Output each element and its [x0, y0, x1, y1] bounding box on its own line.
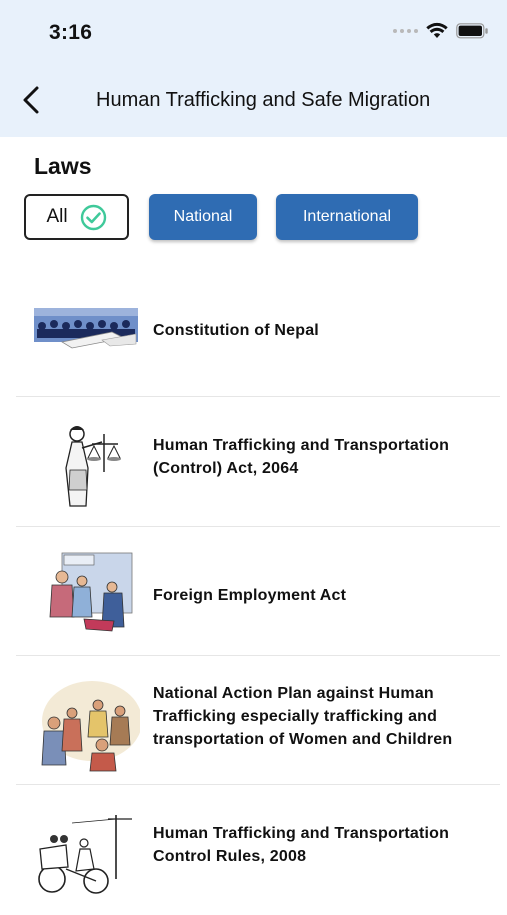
law-title: Constitution of Nepal	[153, 322, 319, 339]
filter-international-chip[interactable]: International	[276, 194, 418, 240]
law-title: Human Trafficking and Transportation (Co…	[153, 437, 450, 477]
check-circle-icon	[80, 204, 106, 230]
status-time: 3:16	[49, 21, 93, 44]
community-meeting-illustration-icon	[41, 681, 140, 772]
assembly-illustration-icon	[34, 308, 138, 349]
filter-national-chip[interactable]: National	[149, 194, 257, 240]
law-title: National Action Plan against Human Traff…	[153, 685, 453, 748]
back-chevron-icon[interactable]	[18, 84, 46, 116]
filter-all-chip[interactable]: All	[24, 194, 129, 240]
status-icons	[393, 22, 489, 39]
law-title: Human Trafficking and Transportation Con…	[153, 825, 450, 865]
law-title: Foreign Employment Act	[153, 587, 347, 604]
page-title: Human Trafficking and Safe Migration	[96, 89, 431, 111]
law-item-control-rules[interactable]: Human Trafficking and Transportation Con…	[16, 786, 500, 915]
migrant-workers-illustration-icon	[49, 552, 133, 632]
filter-all-label: All	[46, 206, 68, 227]
app-header: 3:16 Human Trafficking and Safe Migratio…	[0, 0, 507, 137]
law-item-national-action-plan[interactable]: National Action Plan against Human Traff…	[16, 656, 500, 785]
battery-icon	[456, 22, 488, 38]
section-title: Laws	[34, 153, 92, 179]
law-item-foreign-employment-act[interactable]: Foreign Employment Act	[16, 527, 500, 656]
law-item-trafficking-act[interactable]: Human Trafficking and Transportation (Co…	[16, 398, 500, 527]
wifi-icon	[426, 22, 448, 38]
law-item-constitution[interactable]: Constitution of Nepal	[16, 268, 500, 397]
justice-scales-illustration-icon	[65, 426, 121, 507]
rickshaw-illustration-icon	[38, 815, 132, 894]
signal-dots-icon	[393, 28, 418, 33]
